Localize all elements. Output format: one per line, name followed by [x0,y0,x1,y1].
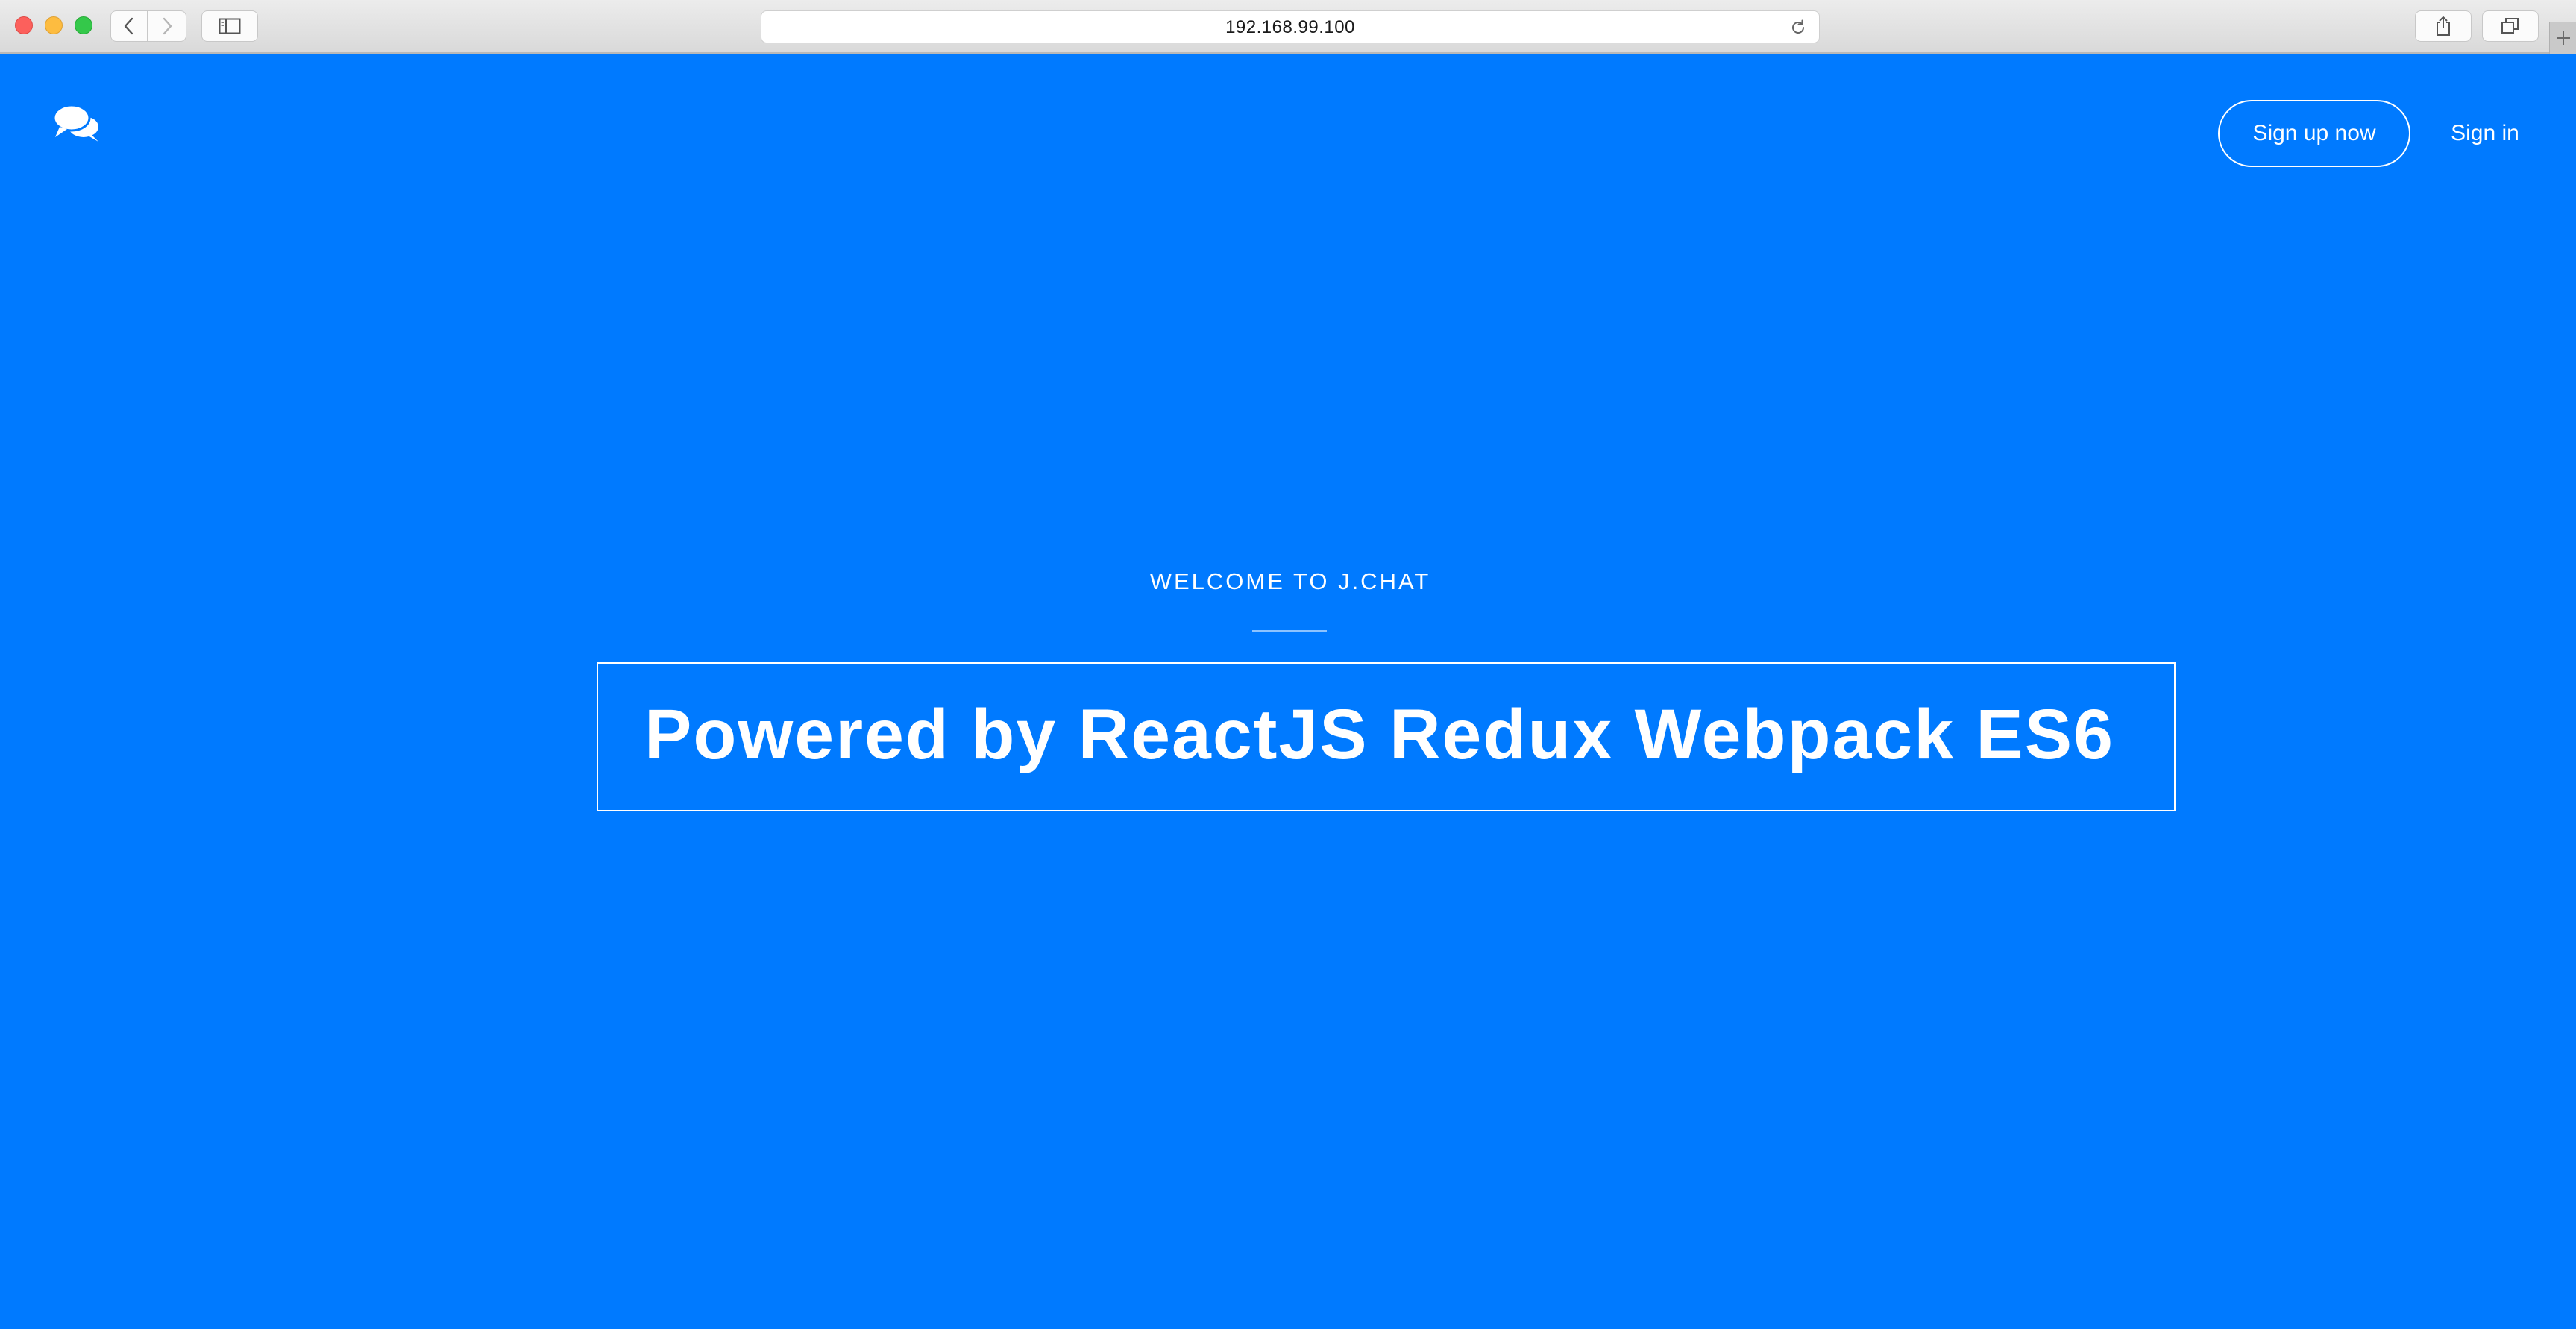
tab-overview-button[interactable] [2482,10,2539,42]
back-button[interactable] [110,10,148,42]
headline-text: Powered by ReactJS Redux Webpack ES6 [644,695,2114,774]
maximize-window-button[interactable] [75,16,92,34]
forward-button[interactable] [148,10,186,42]
chevron-left-icon [124,17,133,35]
browser-window: 192.168.99.100 Sign up now Sign in WELCO… [0,0,2576,1329]
chat-bubbles-icon[interactable] [52,101,101,143]
share-icon [2437,16,2450,36]
headline-box: Powered by ReactJS Redux Webpack ES6 [597,662,2176,811]
share-button[interactable] [2415,10,2472,42]
chevron-right-icon [163,17,172,35]
minimize-window-button[interactable] [45,16,63,34]
url-text[interactable]: 192.168.99.100 [761,11,1819,44]
address-bar[interactable]: 192.168.99.100 [761,10,1820,43]
browser-toolbar: 192.168.99.100 [0,0,2576,54]
sidebar-toggle-button[interactable] [201,10,258,42]
reload-icon[interactable] [1789,19,1807,37]
tabs-overview-icon [2501,18,2519,34]
sidebar-icon [219,18,241,34]
plus-icon [2557,31,2570,45]
close-window-button[interactable] [15,16,33,34]
sign-up-button[interactable]: Sign up now [2218,100,2410,167]
heading-divider [1252,630,1327,632]
new-tab-button[interactable] [2549,22,2576,54]
sign-in-link[interactable]: Sign in [2439,100,2531,167]
welcome-heading: WELCOME TO J.CHAT [1149,568,1431,594]
